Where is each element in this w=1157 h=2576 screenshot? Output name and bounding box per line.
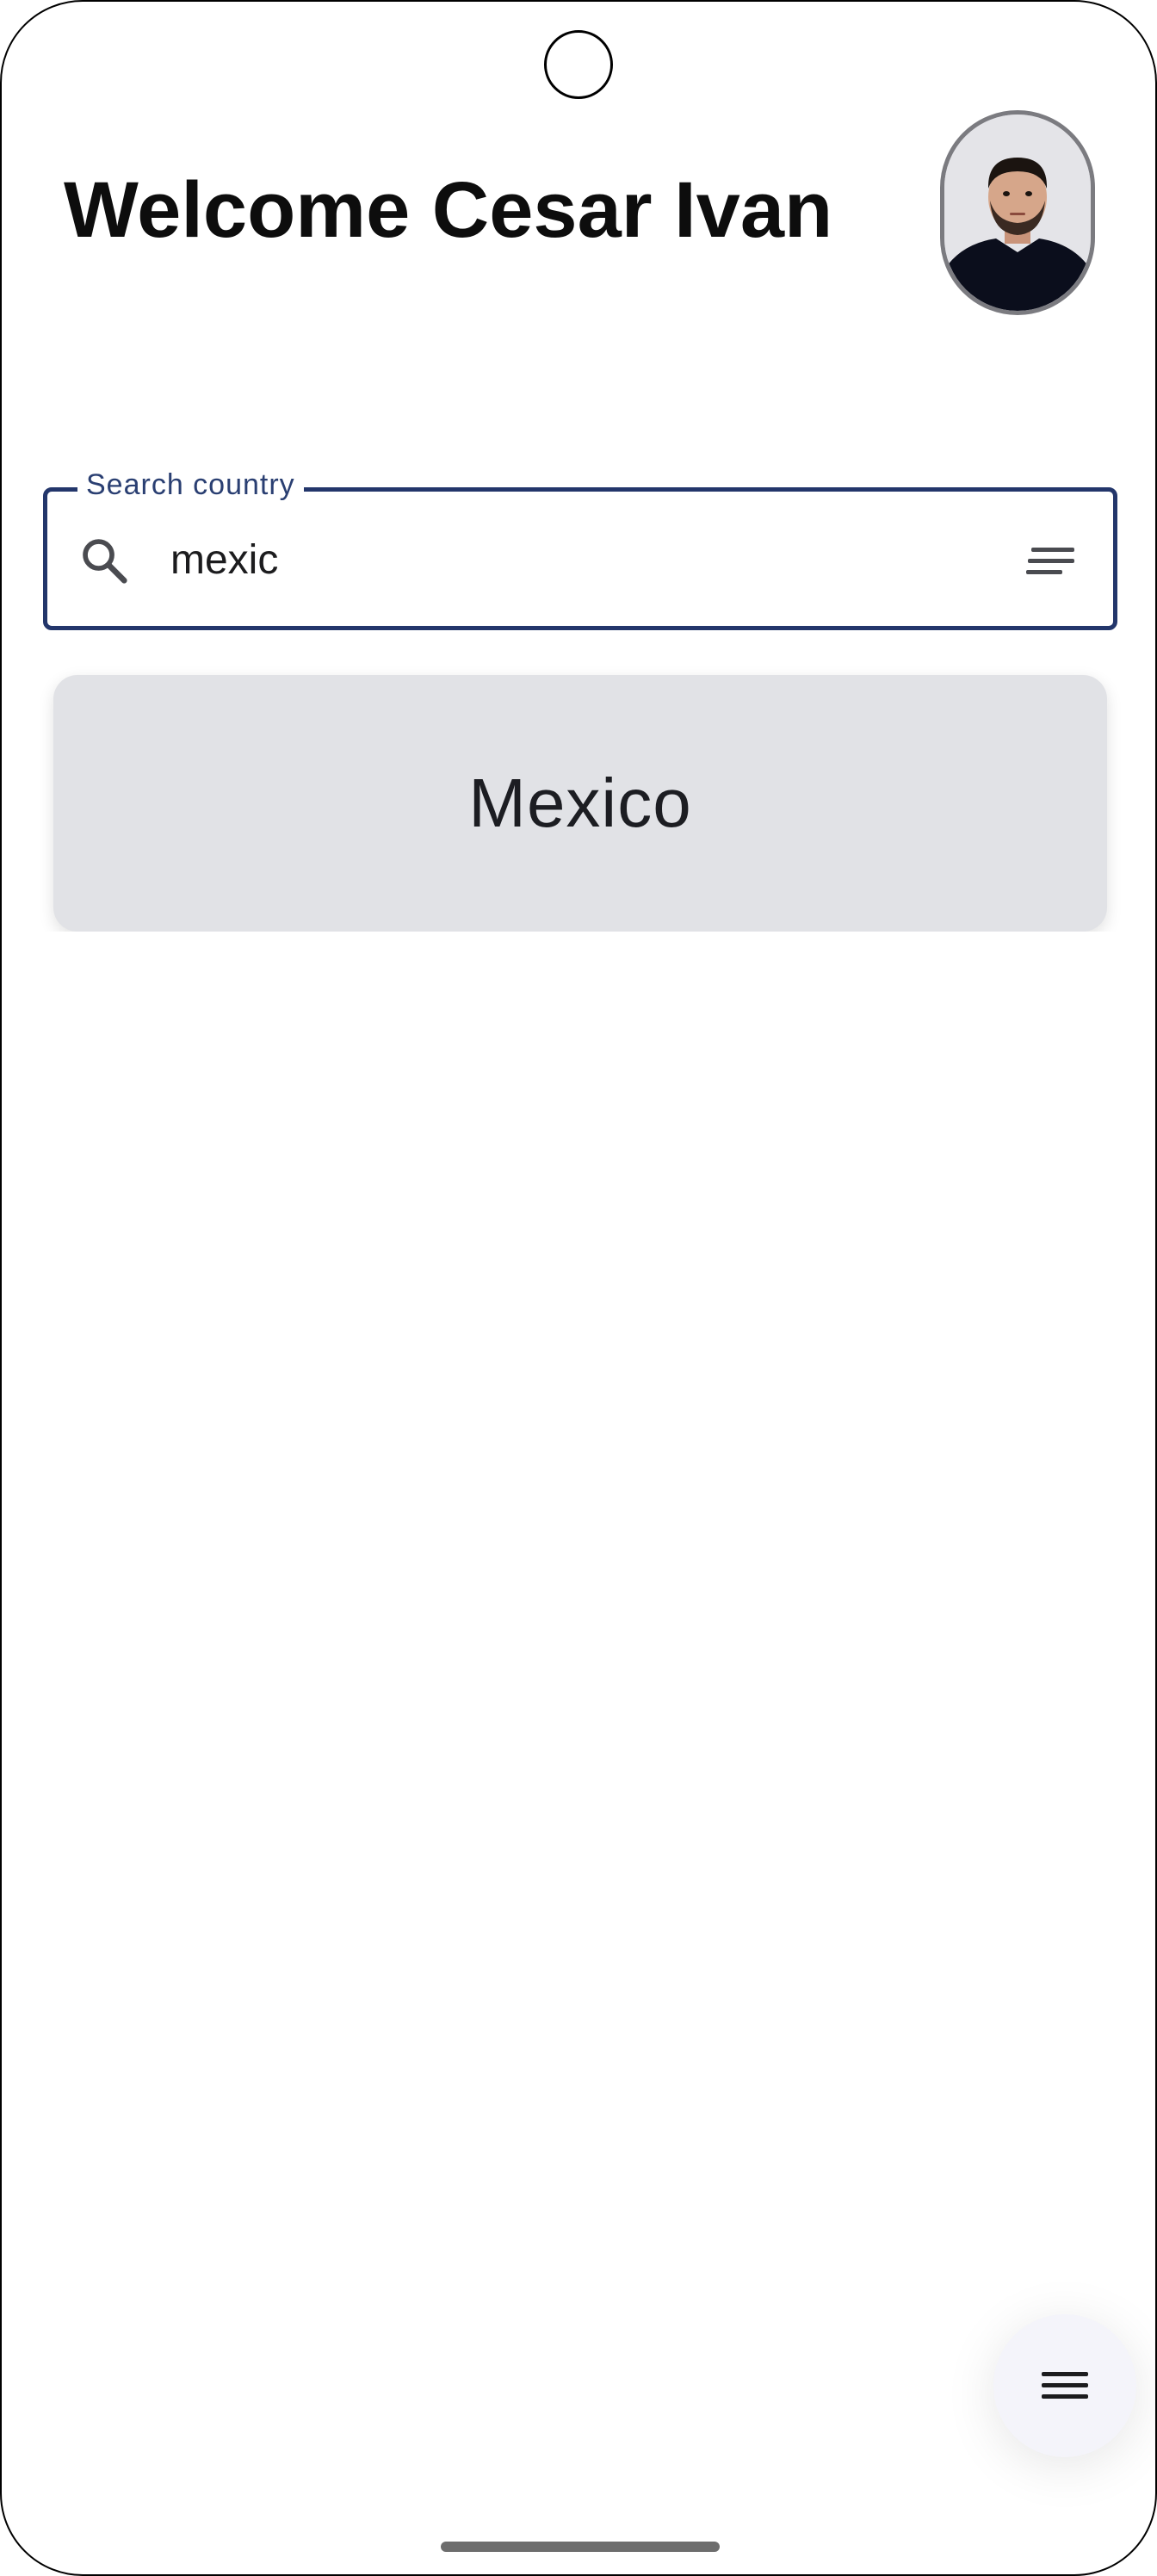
user-photo-icon	[944, 115, 1091, 311]
country-card-mexico[interactable]: Mexico	[53, 675, 1107, 932]
avatar[interactable]	[940, 110, 1095, 315]
welcome-title: Welcome Cesar Ivan	[64, 166, 833, 254]
search-field-label: Search country	[77, 468, 304, 502]
menu-fab-button[interactable]	[993, 2314, 1136, 2457]
search-icon[interactable]	[77, 534, 131, 587]
list-edge	[2, 932, 1155, 966]
phone-screen: Welcome Cesar Ivan Search country mexic …	[0, 0, 1157, 2576]
search-input[interactable]	[170, 525, 945, 594]
sort-filter-icon[interactable]	[1026, 544, 1078, 579]
home-indicator[interactable]	[441, 2542, 720, 2552]
menu-icon	[1042, 2372, 1088, 2399]
camera-cutout	[544, 30, 613, 99]
country-name: Mexico	[468, 765, 692, 841]
